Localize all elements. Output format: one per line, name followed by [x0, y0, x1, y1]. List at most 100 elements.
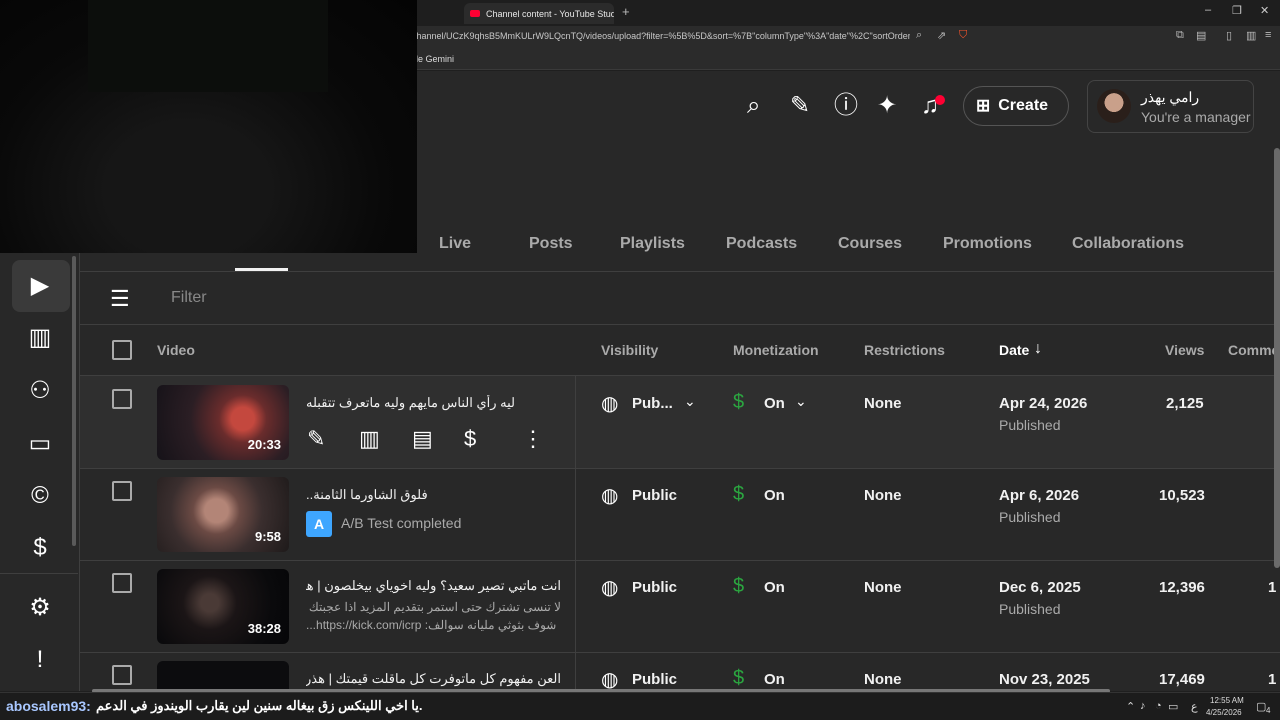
- notification-center-icon[interactable]: ▢: [1256, 700, 1266, 713]
- new-tab-button[interactable]: +: [622, 4, 630, 19]
- chevron-down-icon[interactable]: ⌄: [684, 393, 696, 410]
- sidebar-item-settings-icon[interactable]: ⚙: [24, 592, 56, 624]
- filter-input[interactable]: Filter: [171, 289, 207, 307]
- monetization-dollar-icon[interactable]: $: [464, 426, 476, 452]
- monetization-value[interactable]: On: [764, 487, 785, 504]
- create-button[interactable]: ⊞ Create: [963, 86, 1069, 126]
- video-title[interactable]: فلوق الشاورما الثامنة..: [306, 487, 561, 503]
- row-checkbox[interactable]: [112, 481, 132, 501]
- monetization-value[interactable]: On: [764, 671, 785, 688]
- share-icon[interactable]: ⇗: [937, 29, 946, 42]
- video-thumbnail[interactable]: 20:33: [157, 385, 289, 460]
- monetization-value[interactable]: On: [764, 579, 785, 596]
- video-title[interactable]: العن مفهوم كل ماتوفرت كل ماقلت قيمتك | ه…: [306, 671, 561, 687]
- status-value: Published: [999, 601, 1061, 617]
- minimize-button[interactable]: –: [1205, 4, 1211, 16]
- dollar-circle-icon: $: [733, 483, 745, 505]
- extensions-icon[interactable]: ⧉: [1176, 29, 1184, 42]
- zoom-icon[interactable]: ⌕: [916, 29, 922, 42]
- sort-down-icon[interactable]: ↓: [1034, 340, 1042, 358]
- column-header-views[interactable]: Views: [1165, 342, 1204, 358]
- tab-collaborations[interactable]: Collaborations: [1072, 235, 1184, 253]
- feedback-icon[interactable]: ✎: [790, 92, 810, 120]
- video-title[interactable]: ليه رأي الناس مايهم وليه ماتعرف تتقبله: [306, 395, 561, 411]
- sidebar-item-community-icon[interactable]: ⚇: [24, 375, 56, 407]
- video-description: شوف بثوثي مليانه سوالف: https://kick.com…: [306, 618, 557, 632]
- row-checkbox[interactable]: [112, 389, 132, 409]
- edit-pencil-icon[interactable]: ✎: [307, 426, 325, 452]
- comments-value: 1: [1268, 579, 1277, 596]
- visibility-value[interactable]: Public: [632, 579, 677, 596]
- globe-icon: ◍: [601, 393, 619, 415]
- browser-tab-active[interactable]: Channel content - YouTube Studio ×: [464, 3, 614, 24]
- dollar-circle-icon: $: [733, 575, 745, 597]
- sidebar-item-subtitles-icon[interactable]: ▭: [24, 428, 56, 460]
- ab-test-status: A/B Test completed: [341, 515, 462, 531]
- analytics-icon[interactable]: ▥: [359, 426, 380, 452]
- clock-date[interactable]: 4/25/2026: [1206, 708, 1242, 717]
- webcam-overlay: [0, 0, 417, 253]
- date-value: Apr 6, 2026: [999, 487, 1080, 504]
- maximize-button[interactable]: ❐: [1232, 4, 1242, 17]
- visibility-value[interactable]: Public: [632, 487, 677, 504]
- network-icon[interactable]: ◔: [1155, 700, 1162, 712]
- date-value: Apr 24, 2026: [999, 395, 1088, 412]
- sidebar-item-copyright-icon[interactable]: ©: [24, 480, 56, 512]
- battery-icon[interactable]: ▭: [1168, 700, 1178, 713]
- close-window-button[interactable]: ✕: [1260, 4, 1269, 17]
- sidebar-item-earn-icon[interactable]: $: [24, 532, 56, 564]
- comments-icon[interactable]: ▤: [412, 426, 433, 452]
- monetization-value[interactable]: On: [764, 395, 785, 412]
- wallet-icon[interactable]: ▥: [1246, 29, 1256, 42]
- tray-expand-icon[interactable]: ⌃: [1126, 700, 1135, 713]
- video-thumbnail[interactable]: [157, 661, 289, 691]
- sidebar-scrollbar[interactable]: [72, 256, 76, 546]
- visibility-value[interactable]: Public: [632, 671, 677, 688]
- column-header-restrictions: Restrictions: [864, 342, 945, 358]
- tab-title: Channel content - YouTube Studio: [486, 8, 614, 19]
- brave-shield-icon[interactable]: ⛉: [959, 29, 967, 42]
- tab-live[interactable]: Live: [439, 235, 471, 253]
- avatar[interactable]: [1097, 89, 1131, 123]
- column-header-comments[interactable]: Comme: [1228, 342, 1279, 358]
- visibility-value[interactable]: Pub...: [632, 395, 673, 412]
- column-divider: [575, 376, 576, 691]
- sidebar-item-analytics-icon[interactable]: ▥: [24, 322, 56, 354]
- menu-icon[interactable]: ≡: [1265, 29, 1271, 41]
- url-field[interactable]: channel/UCzK9qhsB5MmKULrW9LQcnTQ/videos/…: [412, 31, 910, 41]
- column-header-date[interactable]: Date: [999, 342, 1029, 358]
- more-options-icon[interactable]: ⋮: [522, 426, 544, 452]
- language-indicator[interactable]: ع: [1191, 700, 1198, 713]
- row-checkbox[interactable]: [112, 573, 132, 593]
- sidebar-toggle-icon[interactable]: ▯: [1226, 29, 1232, 42]
- video-thumbnail[interactable]: 38:28: [157, 569, 289, 644]
- filter-icon[interactable]: ☰: [110, 286, 130, 312]
- search-icon[interactable]: ⌕: [747, 92, 760, 120]
- column-header-video: Video: [157, 342, 195, 358]
- webcam-background-monitor: [88, 0, 328, 92]
- bookmark-gemini[interactable]: le Gemini: [416, 54, 454, 64]
- clock-time[interactable]: 12:55 AM: [1210, 696, 1244, 705]
- globe-icon: ◍: [601, 485, 619, 507]
- sidebar-item-content-icon[interactable]: ▶: [24, 270, 56, 302]
- chevron-down-icon[interactable]: ⌄: [795, 393, 807, 410]
- video-thumbnail[interactable]: 9:58: [157, 477, 289, 552]
- row-checkbox[interactable]: [112, 665, 132, 685]
- main-scrollbar[interactable]: [1274, 148, 1280, 568]
- sidebar-item-feedback-icon[interactable]: !: [24, 644, 56, 676]
- tab-posts[interactable]: Posts: [529, 235, 573, 253]
- tab-promotions[interactable]: Promotions: [943, 235, 1032, 253]
- video-title[interactable]: انت ماتبي تصير سعيد؟ وليه اخوياي بيخلصون…: [306, 578, 561, 594]
- video-camera-plus-icon: ⊞: [976, 96, 991, 115]
- reading-list-icon[interactable]: ▤: [1196, 29, 1206, 42]
- help-icon[interactable]: ⓘ: [834, 92, 858, 120]
- tab-podcasts[interactable]: Podcasts: [726, 235, 797, 253]
- tab-playlists[interactable]: Playlists: [620, 235, 685, 253]
- ai-sparkle-icon[interactable]: ✦: [877, 92, 897, 120]
- dollar-circle-icon: $: [733, 391, 745, 413]
- tab-courses[interactable]: Courses: [838, 235, 902, 253]
- restrictions-value: None: [864, 395, 902, 412]
- views-value: 12,396: [1159, 579, 1205, 596]
- select-all-checkbox[interactable]: [112, 340, 132, 360]
- volume-icon[interactable]: ♪: [1140, 700, 1146, 712]
